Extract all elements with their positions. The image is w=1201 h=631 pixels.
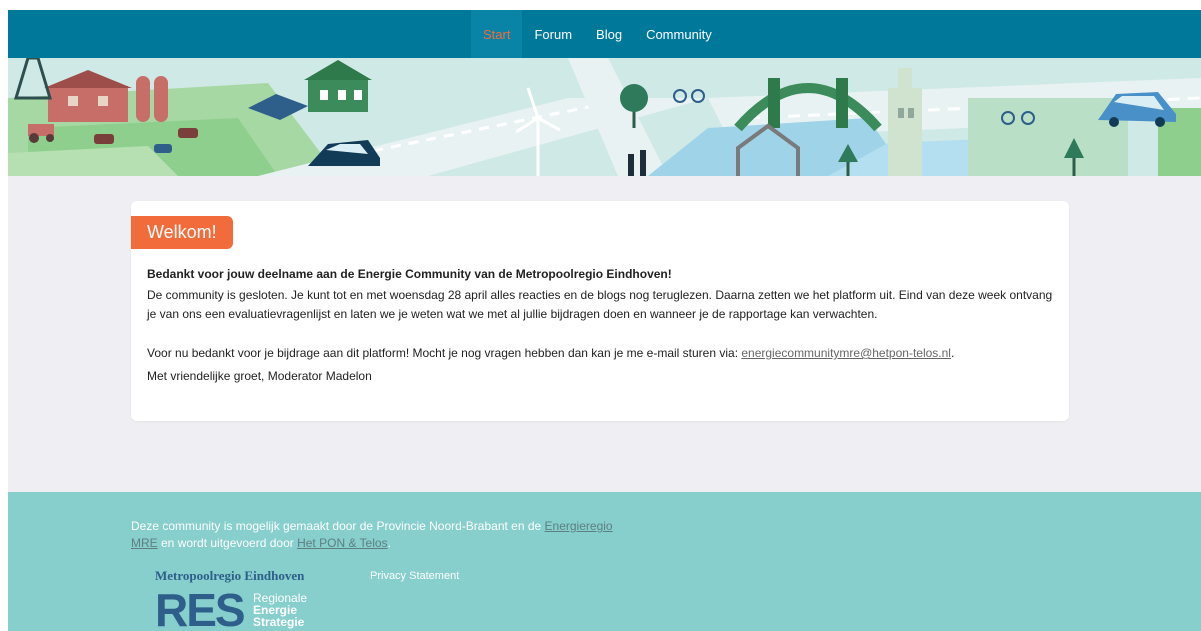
privacy-statement-link[interactable]: Privacy Statement (370, 570, 459, 582)
nav-item-start[interactable]: Start (471, 10, 523, 58)
welcome-paragraph-1: De community is gesloten. Je kunt tot en… (147, 288, 1053, 321)
top-navbar: Start Forum Blog Community (8, 10, 1201, 58)
site-footer: Deze community is mogelijk gemaakt door … (8, 492, 1201, 631)
paragraph-2-suffix: . (950, 346, 955, 360)
footer-text-suffix: . (387, 536, 391, 550)
logo-sub-strategie: Strategie (253, 615, 305, 629)
welcome-body: Bedankt voor jouw deelname aan de Energi… (147, 265, 1057, 386)
res-logo-graphic: Metropoolregio Eindhoven RES Regionale E… (155, 568, 307, 631)
nav-links: Start Forum Blog Community (471, 10, 724, 58)
footer-text-prefix: Deze community is mogelijk gemaakt door … (131, 519, 545, 533)
pon-telos-link[interactable]: Het PON & Telos (297, 536, 387, 550)
paragraph-2-prefix: Voor nu bedankt voor je bijdrage aan dit… (147, 346, 742, 360)
welcome-lead: Bedankt voor jouw deelname aan de Energi… (147, 267, 672, 281)
welcome-badge: Welkom! (131, 216, 233, 249)
welcome-signoff: Met vriendelijke groet, Moderator Madelo… (147, 369, 372, 383)
footer-text-middle: en wordt uitgevoerd door (157, 536, 298, 550)
welcome-card: Welkom! Bedankt voor jouw deelname aan d… (131, 201, 1069, 421)
res-logo: Metropoolregio Eindhoven RES Regionale E… (155, 566, 365, 631)
nav-item-forum[interactable]: Forum (522, 10, 584, 58)
welcome-paragraph-2: Voor nu bedankt voor je bijdrage aan dit… (147, 344, 1057, 363)
footer-credits: Deze community is mogelijk gemaakt door … (131, 518, 631, 552)
window-frame-left (0, 0, 8, 631)
nav-item-blog[interactable]: Blog (584, 10, 634, 58)
window-frame-top (0, 0, 1201, 10)
nav-item-community[interactable]: Community (634, 10, 724, 58)
logo-res-letters: RES (155, 584, 244, 631)
email-link[interactable]: energiecommunitymre@hetpon-telos.nl (741, 346, 951, 360)
logo-region-name: Metropoolregio Eindhoven (155, 568, 305, 583)
hero-illustration (8, 58, 1201, 176)
hero-city-illustration (8, 58, 1201, 176)
